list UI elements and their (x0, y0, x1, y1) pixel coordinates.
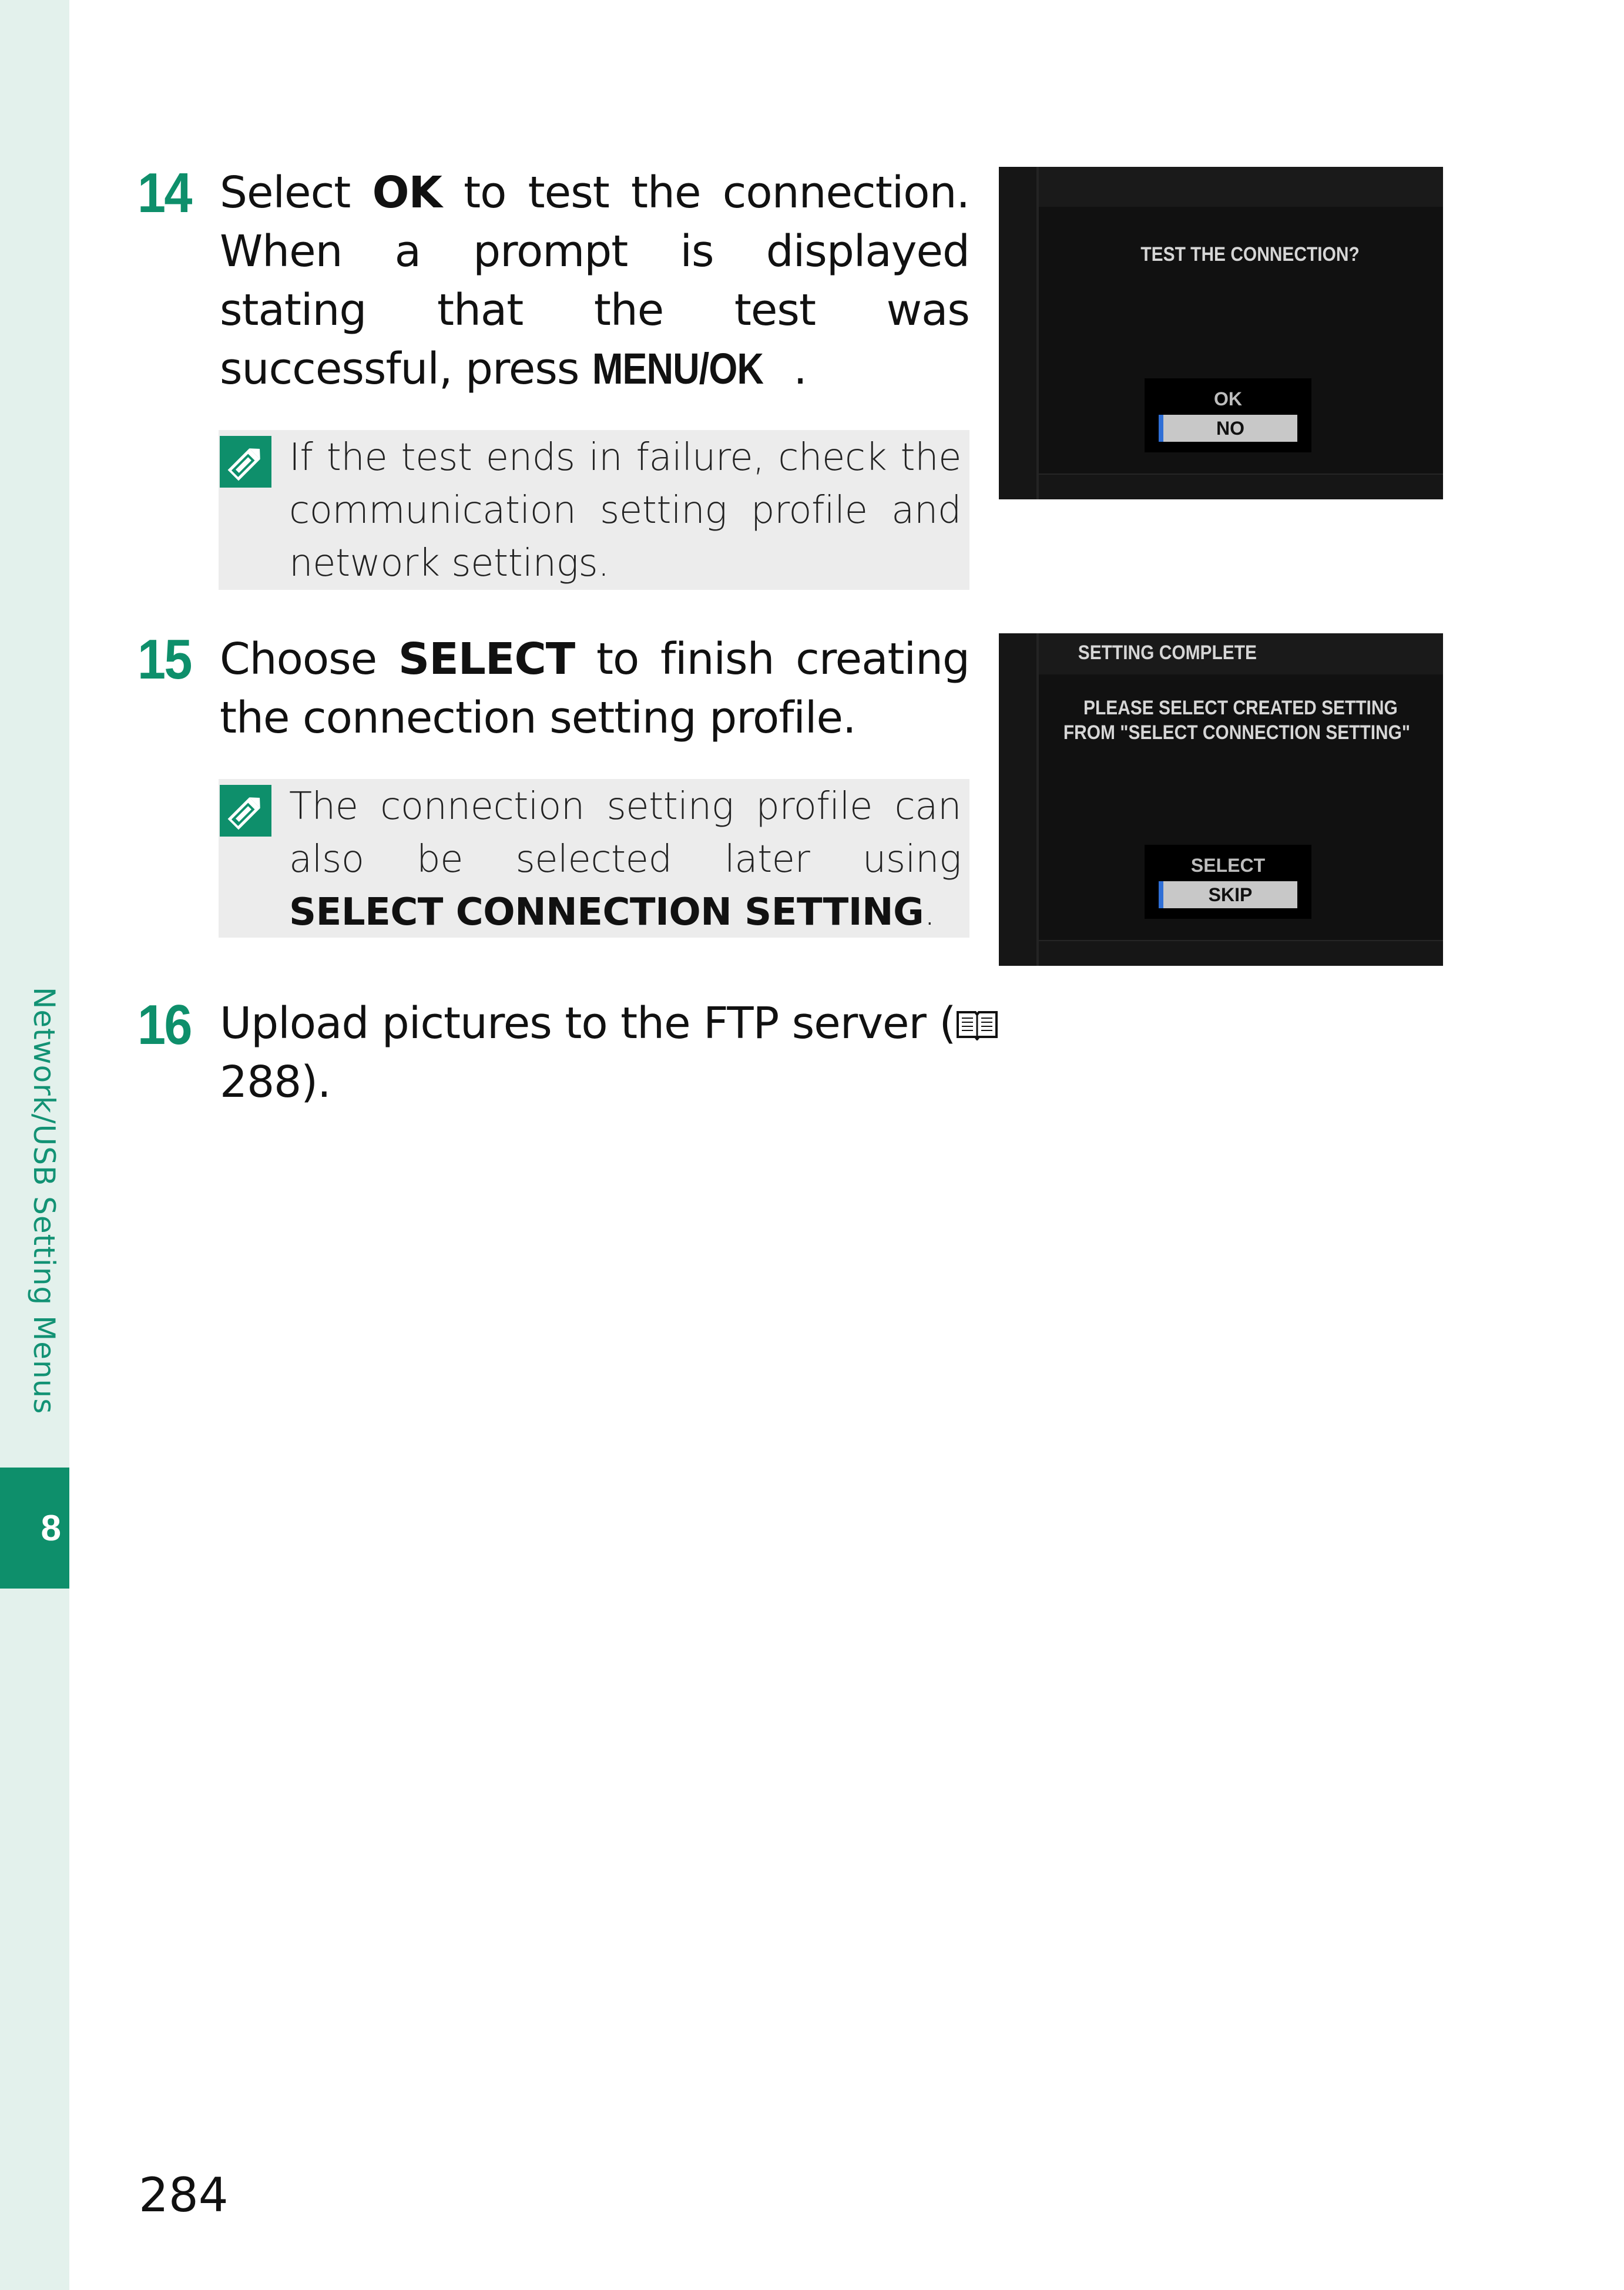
step-14-ok-keyword: OK (372, 167, 442, 218)
step-15-text: Choose SELECT to finish creating the con… (220, 630, 970, 747)
screen-option-ok[interactable]: OK (1159, 385, 1297, 412)
step-number-15: 15 (137, 628, 192, 691)
step-16-text-end: ). (301, 1057, 331, 1107)
section-label: Network/USB Setting Menus (27, 987, 61, 1415)
screen-message-line1: PLEASE SELECT CREATED SETTING (1083, 697, 1398, 719)
screen-option-box: OK NO (1145, 378, 1311, 452)
step-15-text-pre: Choose (220, 634, 398, 684)
screen-bottom-band (1039, 940, 1443, 966)
screen-message-line2: FROM "SELECT CONNECTION SETTING" (1063, 721, 1411, 744)
step-14-note-text: If the test ends in failure, check the c… (289, 436, 962, 585)
step-15-select-keyword: SELECT (398, 634, 575, 684)
screen-prompt: TEST THE CONNECTION? (1140, 243, 1360, 266)
screen-title: SETTING COMPLETE (1078, 642, 1257, 664)
note-icon (220, 785, 271, 837)
page-number: 284 (139, 2168, 229, 2222)
screen-left-bar (999, 633, 1039, 966)
camera-screen-setting-complete: SETTING COMPLETE PLEASE SELECT CREATED S… (999, 633, 1443, 966)
step-15-note-pre: The connection setting profile can also … (289, 785, 962, 881)
step-number-14: 14 (137, 162, 192, 224)
camera-screen-test-connection: TEST THE CONNECTION? OK NO (999, 167, 1443, 499)
step-14-note: If the test ends in failure, check the c… (219, 430, 969, 590)
step-15-note: The connection setting profile can also … (219, 779, 969, 938)
step-16-text-pre: Upload pictures to the FTP server ( (220, 998, 956, 1049)
step-15-note-end: . (924, 891, 935, 934)
screen-left-bar (999, 167, 1039, 499)
chapter-tab: 8 (0, 1468, 69, 1589)
screen-top-band (1039, 167, 1443, 207)
note-icon (220, 436, 271, 488)
step-14-menuok-key: MENU/OK (592, 344, 764, 393)
step-16-text: Upload pictures to the FTP server ( 288)… (220, 994, 1101, 1112)
screen-option-box: SELECT SKIP (1145, 845, 1311, 919)
step-14-text-pre: Select (220, 167, 373, 218)
step-number-16: 16 (137, 993, 192, 1056)
step-14-text: Select OK to test the connection. When a… (220, 163, 970, 398)
screen-option-select[interactable]: SELECT (1159, 852, 1297, 879)
step-15-note-bold: SELECT CONNECTION SETTING (289, 891, 924, 934)
step-16-page-ref[interactable]: 288 (220, 1057, 301, 1107)
book-reference-icon (957, 1011, 998, 1040)
screen-option-no[interactable]: NO (1159, 415, 1297, 442)
screen-bottom-band (1039, 474, 1443, 499)
screen-option-skip[interactable]: SKIP (1159, 881, 1297, 908)
step-14-text-end: . (793, 344, 807, 394)
